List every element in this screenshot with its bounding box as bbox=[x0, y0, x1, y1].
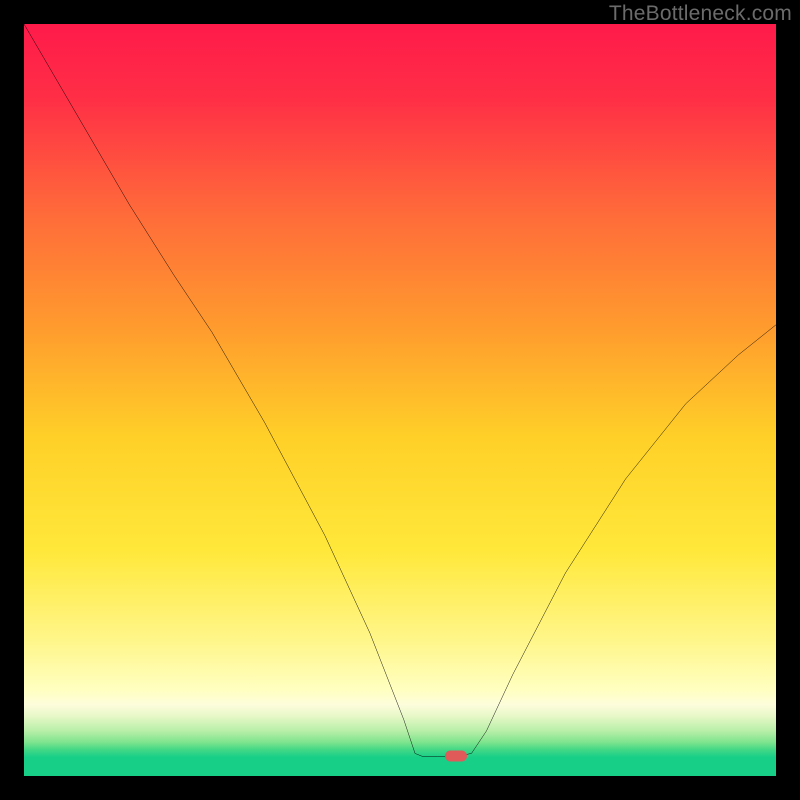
watermark-text: TheBottleneck.com bbox=[609, 2, 792, 26]
chart-curve bbox=[24, 24, 776, 776]
chart-plot-area bbox=[24, 24, 776, 776]
chart-optimum-marker bbox=[445, 751, 467, 762]
